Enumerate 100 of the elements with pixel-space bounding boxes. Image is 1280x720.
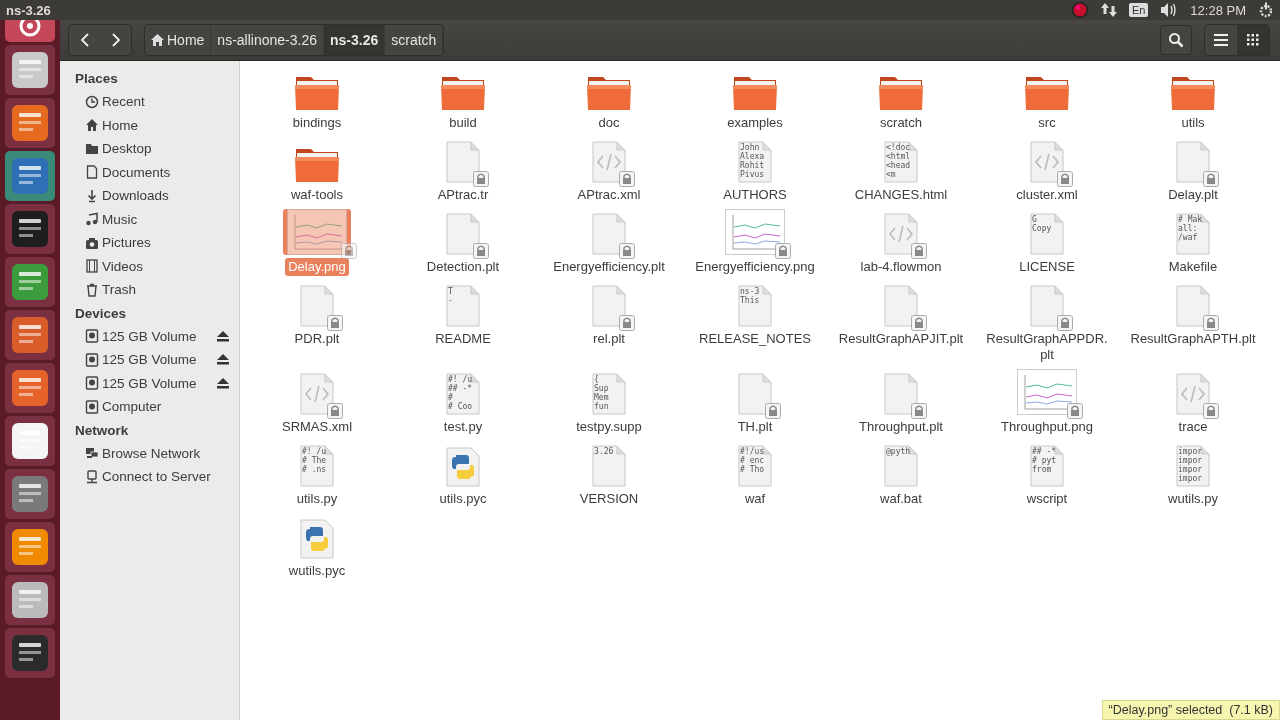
code-file-icon <box>592 141 626 183</box>
file-item[interactable]: wutils.pyc <box>244 513 390 580</box>
app-launcher-icon[interactable] <box>5 204 55 254</box>
file-item[interactable]: impor impor impor impor wutils.py <box>1120 441 1266 508</box>
file-item[interactable]: Delay.plt <box>1120 137 1266 204</box>
grid-view-button[interactable] <box>1237 25 1269 55</box>
file-name: CHANGES.html <box>853 186 949 204</box>
file-item[interactable]: cluster.xml <box>974 137 1120 204</box>
file-item[interactable]: ns-3 This RELEASE_NOTES <box>682 281 828 364</box>
file-item[interactable]: <!doc <html <head <m CHANGES.html <box>828 137 974 204</box>
sidebar-item[interactable]: Computer <box>60 395 239 419</box>
file-item[interactable]: Throughput.plt <box>828 369 974 436</box>
sidebar-item[interactable]: Desktop <box>60 137 239 161</box>
sidebar-item[interactable]: Videos <box>60 254 239 278</box>
volume-icon[interactable] <box>1160 2 1179 18</box>
sidebar-item[interactable]: Pictures <box>60 231 239 255</box>
python-file-icon <box>446 447 480 487</box>
search-button[interactable] <box>1160 25 1192 55</box>
python-file-icon <box>300 519 334 559</box>
file-item[interactable]: rel.plt <box>536 281 682 364</box>
file-item[interactable]: ## -* # pyt from wscript <box>974 441 1120 508</box>
file-item[interactable]: Detection.plt <box>390 209 536 276</box>
file-item[interactable]: # Mak all: /waf Makefile <box>1120 209 1266 276</box>
breadcrumb-button[interactable]: scratch <box>385 25 444 55</box>
file-item[interactable]: John Alexa Rohit Pivus AUTHORS <box>682 137 828 204</box>
file-preview-text: This <box>740 296 761 305</box>
sidebar-item[interactable]: 125 GB Volume <box>60 324 239 348</box>
file-item[interactable]: G Copy LICENSE <box>974 209 1120 276</box>
sidebar-item[interactable]: Browse Network <box>60 441 239 465</box>
file-item[interactable]: @pyth waf.bat <box>828 441 974 508</box>
file-preview-text: # Tho <box>740 465 766 474</box>
file-item[interactable]: lab-4.flowmon <box>828 209 974 276</box>
file-preview-text: - <box>448 296 454 305</box>
file-preview-text: T <box>448 287 454 296</box>
file-item[interactable]: trace <box>1120 369 1266 436</box>
sidebar-item[interactable]: Music <box>60 207 239 231</box>
file-item[interactable]: APtrac.xml <box>536 137 682 204</box>
back-button[interactable] <box>69 25 100 55</box>
file-item[interactable]: bindings <box>244 65 390 132</box>
file-preview-text: <html <box>886 152 912 161</box>
sidebar-item[interactable]: Recent <box>60 90 239 114</box>
keyboard-layout-indicator[interactable]: En <box>1128 3 1149 17</box>
file-item[interactable]: SRMAS.xml <box>244 369 390 436</box>
app-launcher-icon[interactable] <box>5 628 55 678</box>
sidebar-item[interactable]: Trash <box>60 278 239 302</box>
file-item[interactable]: utils <box>1120 65 1266 132</box>
file-item[interactable]: #! /u # The # .ns utils.py <box>244 441 390 508</box>
app-launcher-icon[interactable] <box>5 416 55 466</box>
file-item[interactable]: #!/us # enc # Tho waf <box>682 441 828 508</box>
file-item[interactable]: scratch <box>828 65 974 132</box>
clock[interactable]: 12:28 PM <box>1190 2 1246 18</box>
app-launcher-icon[interactable] <box>5 575 55 625</box>
file-item[interactable]: ResultGraphAPJIT.plt <box>828 281 974 364</box>
file-name: ResultGraphAPTH.plt <box>1129 330 1257 348</box>
file-item[interactable]: Energyefficiency.png <box>682 209 828 276</box>
file-item[interactable]: examples <box>682 65 828 132</box>
eject-icon[interactable] <box>217 354 229 366</box>
sidebar-item[interactable]: Documents <box>60 160 239 184</box>
app-launcher-icon[interactable] <box>5 363 55 413</box>
eject-icon[interactable] <box>217 330 229 342</box>
sidebar-item[interactable]: Connect to Server <box>60 465 239 489</box>
sidebar-item[interactable]: 125 GB Volume <box>60 371 239 395</box>
file-item[interactable]: ResultGraphAPPDR.plt <box>974 281 1120 364</box>
power-gear-icon[interactable] <box>1258 2 1274 18</box>
sidebar-item[interactable]: Home <box>60 113 239 137</box>
breadcrumb-button[interactable]: ns-3.26 <box>324 25 386 55</box>
file-name: TH.plt <box>736 418 774 436</box>
network-arrows-icon[interactable] <box>1100 2 1117 18</box>
app-launcher-icon[interactable] <box>5 257 55 307</box>
file-item[interactable]: T - README <box>390 281 536 364</box>
file-item[interactable]: ResultGraphAPTH.plt <box>1120 281 1266 364</box>
file-item[interactable]: Energyefficiency.plt <box>536 209 682 276</box>
app-launcher-icon[interactable] <box>5 45 55 95</box>
breadcrumb-button[interactable]: ns-allinone-3.26 <box>211 25 324 55</box>
breadcrumb-button[interactable]: Home <box>145 25 212 55</box>
record-indicator-icon[interactable] <box>1070 1 1089 19</box>
ubuntu-logo-icon[interactable] <box>5 20 55 42</box>
file-item[interactable]: waf-tools <box>244 137 390 204</box>
list-view-button[interactable] <box>1205 25 1237 55</box>
sidebar-item[interactable]: 125 GB Volume <box>60 348 239 372</box>
sidebar-item-label: Connect to Server <box>102 469 211 485</box>
file-item[interactable]: { Sup Mem fun testpy.supp <box>536 369 682 436</box>
app-launcher-icon[interactable] <box>5 98 55 148</box>
file-item[interactable]: src <box>974 65 1120 132</box>
file-item[interactable]: utils.pyc <box>390 441 536 508</box>
list-icon <box>1214 34 1228 46</box>
file-item[interactable]: TH.plt <box>682 369 828 436</box>
file-item[interactable]: APtrac.tr <box>390 137 536 204</box>
file-item[interactable]: doc <box>536 65 682 132</box>
file-item[interactable]: #! /u ## -* # # Coo test.py <box>390 369 536 436</box>
app-launcher-icon[interactable] <box>5 469 55 519</box>
file-item[interactable]: build <box>390 65 536 132</box>
file-item[interactable]: PDR.plt <box>244 281 390 364</box>
file-item[interactable]: Throughput.png <box>974 369 1120 436</box>
file-item[interactable]: 3.26 VERSION <box>536 441 682 508</box>
eject-icon[interactable] <box>217 377 229 389</box>
app-launcher-icon[interactable] <box>5 310 55 360</box>
forward-button[interactable] <box>100 25 131 55</box>
sidebar-item[interactable]: Downloads <box>60 184 239 208</box>
app-launcher-icon[interactable] <box>5 522 55 572</box>
